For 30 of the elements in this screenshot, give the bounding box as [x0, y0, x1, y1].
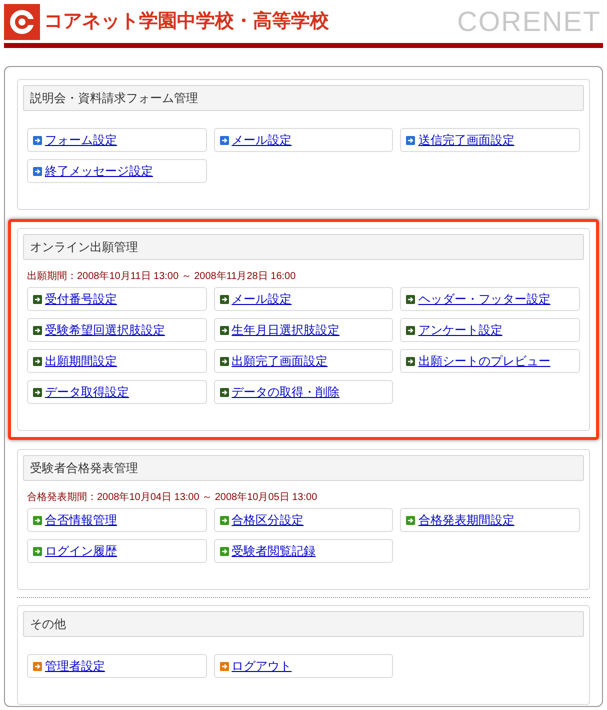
settings-link[interactable]: フォーム設定	[45, 131, 117, 149]
settings-link[interactable]: データ取得設定	[45, 383, 129, 401]
settings-link[interactable]: 受験希望回選択肢設定	[45, 321, 165, 339]
settings-link[interactable]: 出願完了画面設定	[232, 352, 328, 370]
settings-link[interactable]: メール設定	[232, 131, 292, 149]
settings-link[interactable]: ログイン履歴	[45, 542, 117, 560]
settings-link[interactable]: 管理者設定	[45, 657, 105, 675]
settings-link[interactable]: 合格発表期間設定	[418, 511, 514, 529]
settings-link[interactable]: 受験者閲覧記録	[232, 542, 316, 560]
section-heading: 受験者合格発表管理	[23, 455, 584, 481]
school-name: コアネット学園中学校・高等学校	[44, 10, 329, 34]
period-text: 合格発表期間：2008年10月04日 13:00 ～ 2008年10月05日 13:00	[27, 490, 318, 505]
logo-icon	[4, 4, 40, 40]
settings-link[interactable]: メール設定	[232, 290, 292, 308]
settings-link[interactable]: 生年月日選択肢設定	[232, 321, 340, 339]
settings-link[interactable]: 合否情報管理	[45, 511, 117, 529]
settings-link[interactable]: ヘッダー・フッター設定	[418, 290, 550, 308]
settings-link[interactable]: データの取得・削除	[232, 383, 340, 401]
settings-link[interactable]: 受付番号設定	[45, 290, 117, 308]
settings-link[interactable]: 出願期間設定	[45, 352, 117, 370]
section-heading: 説明会・資料請求フォーム管理	[23, 85, 584, 111]
section-heading: その他	[23, 611, 584, 637]
settings-link[interactable]: ログアウト	[232, 657, 292, 675]
settings-link[interactable]: 終了メッセージ設定	[45, 162, 153, 180]
settings-link[interactable]: 合格区分設定	[232, 511, 304, 529]
section-heading: オンライン出願管理	[23, 234, 584, 260]
settings-link[interactable]: 送信完了画面設定	[418, 131, 514, 149]
settings-link[interactable]: アンケート設定	[418, 321, 502, 339]
period-text: 出願期間：2008年10月11日 13:00 ～ 2008年11月28日 16:00	[27, 270, 297, 284]
settings-link[interactable]: 出願シートのプレビュー	[418, 352, 550, 370]
